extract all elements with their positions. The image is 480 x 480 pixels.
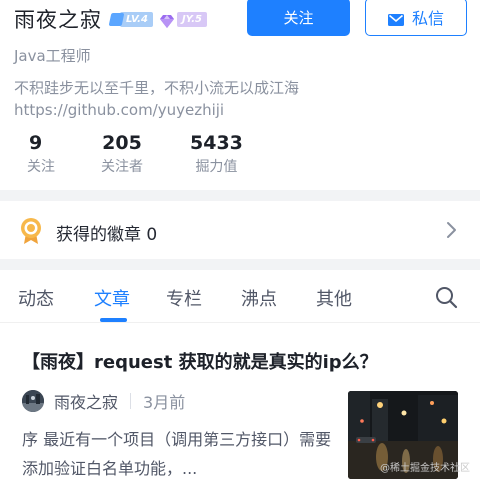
stat-label: 关注 xyxy=(27,159,55,175)
author-name[interactable]: 雨夜之寂 xyxy=(54,389,118,413)
gem-icon xyxy=(159,13,175,28)
stat-followers[interactable]: 205 关注者 xyxy=(101,131,143,179)
mail-icon xyxy=(387,11,404,26)
search-icon[interactable] xyxy=(434,285,458,309)
medal-icon xyxy=(19,217,43,245)
badges-label: 获得的徽章 0 xyxy=(56,225,158,245)
profile-header: 雨夜之寂 LV.4 JY.5 关注 私信 Java工程师 不积跬步无以至千里，不… xyxy=(0,0,480,190)
tab-other[interactable]: 其他 xyxy=(316,285,352,311)
stat-value: 205 xyxy=(102,132,142,154)
chevron-right-icon xyxy=(444,221,458,239)
message-button[interactable]: 私信 xyxy=(365,0,467,36)
jy-badge[interactable]: JY.5 xyxy=(159,11,208,28)
stat-label: 关注者 xyxy=(101,159,143,175)
jy-badge-text: JY.5 xyxy=(176,11,208,27)
stat-value: 9 xyxy=(29,132,43,154)
stats-row: 9 关注 205 关注者 5433 掘力值 xyxy=(0,131,480,183)
username: 雨夜之寂 xyxy=(14,8,102,32)
name-row: 雨夜之寂 LV.4 JY.5 xyxy=(14,6,208,32)
stat-following[interactable]: 9 关注 xyxy=(27,131,55,179)
level-badge[interactable]: LV.4 xyxy=(108,11,153,27)
author-row: 雨夜之寂 3月前 xyxy=(22,389,185,413)
watermark: @稀土掘金技术社区 xyxy=(380,463,470,474)
message-button-label: 私信 xyxy=(411,9,444,28)
level-badge-text: LV.4 xyxy=(120,11,153,27)
tab-articles[interactable]: 文章 xyxy=(94,285,130,311)
tab-pins[interactable]: 沸点 xyxy=(241,285,277,311)
article-title[interactable]: 【雨夜】request 获取的就是真实的ip么？ xyxy=(22,348,378,374)
post-time: 3月前 xyxy=(143,393,186,412)
separator xyxy=(130,393,132,409)
level-badge-icon xyxy=(108,12,125,26)
badges-row[interactable]: 获得的徽章 0 xyxy=(0,201,480,259)
content-tabs: 动态 文章 专栏 沸点 其他 xyxy=(0,270,480,322)
stat-value: 5433 xyxy=(190,132,243,154)
avatar[interactable] xyxy=(22,390,44,412)
tab-activity[interactable]: 动态 xyxy=(18,285,54,311)
follow-button[interactable]: 关注 xyxy=(247,0,350,36)
section-gap xyxy=(0,259,480,270)
job-title: Java工程师 xyxy=(14,47,91,65)
tab-columns[interactable]: 专栏 xyxy=(166,285,202,311)
stat-label: 掘力值 xyxy=(195,159,238,175)
section-gap xyxy=(0,190,480,201)
article-summary: 序 最近有一个项目（调用第三方接口）需要添加验证白名单功能，... xyxy=(22,430,332,478)
bio-link[interactable]: https://github.com/yuyezhiji xyxy=(14,99,474,121)
bio-motto: 不积跬步无以至千里，不积小流无以成江海 xyxy=(14,79,300,97)
stat-juejin-power[interactable]: 5433 掘力值 xyxy=(190,131,243,179)
bio: 不积跬步无以至千里，不积小流无以成江海 https://github.com/y… xyxy=(14,77,474,121)
article-card[interactable]: 【雨夜】request 获取的就是真实的ip么？ 雨夜之寂 3月前 序 最近有一… xyxy=(0,323,480,480)
